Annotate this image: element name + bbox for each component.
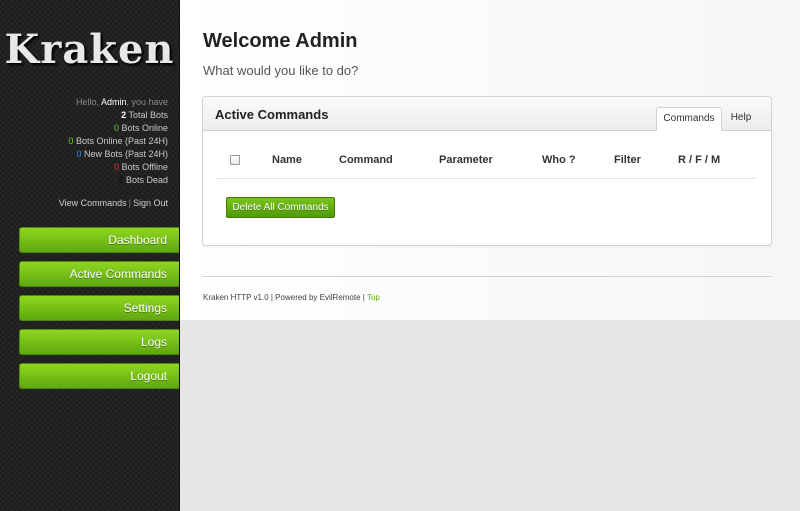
- user-links: View Commands | Sign Out: [59, 198, 168, 208]
- column-header-filter: Filter: [614, 154, 641, 166]
- stat-label: Bots Online (Past 24H): [75, 136, 168, 146]
- back-to-top-link[interactable]: Top: [367, 293, 380, 302]
- view-commands-link[interactable]: View Commands: [59, 198, 127, 208]
- page-title: Welcome Admin: [203, 30, 358, 52]
- stat-count: 0: [76, 149, 82, 159]
- column-header-rfm: R / F / M: [678, 154, 721, 166]
- stat-total-bots: 2 Total Bots: [68, 109, 168, 122]
- active-commands-panel: Active Commands Commands Help Name Comma…: [202, 96, 772, 246]
- stat-bots-dead: 2 Bots Dead: [68, 174, 168, 187]
- column-header-name: Name: [272, 154, 302, 166]
- user-name: Admin: [100, 97, 127, 107]
- stat-bots-online-24h: 0 Bots Online (Past 24H): [68, 135, 168, 148]
- app-logo: Kraken: [4, 26, 175, 73]
- main-background: [180, 320, 800, 511]
- stat-count: 2: [121, 110, 127, 120]
- footer-text: Kraken HTTP v1.0 | Powered by EvilRemote…: [203, 293, 367, 302]
- commands-table-header: Name Command Parameter Who ? Filter R / …: [217, 147, 756, 179]
- stat-new-bots-24h: 0 New Bots (Past 24H): [68, 148, 168, 161]
- footer-divider: [202, 276, 772, 277]
- stat-label: Bots Dead: [125, 175, 168, 185]
- sign-out-link[interactable]: Sign Out: [133, 198, 168, 208]
- stat-label: Bots Offline: [121, 162, 168, 172]
- delete-all-commands-button[interactable]: Delete All Commands: [226, 197, 335, 218]
- stat-label: New Bots (Past 24H): [83, 149, 168, 159]
- column-header-command: Command: [339, 154, 393, 166]
- nav-logs-button[interactable]: Logs: [19, 329, 179, 355]
- stat-bots-online: 0 Bots Online: [68, 122, 168, 135]
- panel-title: Active Commands: [215, 107, 329, 122]
- stat-count: 0: [114, 162, 120, 172]
- tab-commands[interactable]: Commands: [656, 107, 722, 131]
- column-header-who: Who ?: [542, 154, 576, 166]
- tab-help[interactable]: Help: [723, 107, 759, 130]
- select-all-checkbox[interactable]: [230, 155, 240, 165]
- greeting-prefix: Hello,: [75, 97, 101, 107]
- nav-dashboard-button[interactable]: Dashboard: [19, 227, 179, 253]
- panel-header: Active Commands Commands Help: [203, 97, 771, 131]
- stat-count: 2: [118, 175, 124, 185]
- sidebar-nav: Dashboard Active Commands Settings Logs …: [19, 227, 179, 397]
- bot-stats: Hello, Admin, you have 2 Total Bots 0 Bo…: [68, 96, 168, 187]
- page-subtitle: What would you like to do?: [203, 63, 359, 78]
- greeting-suffix: , you have: [126, 97, 168, 107]
- stat-label: Bots Online: [121, 123, 168, 133]
- nav-logout-button[interactable]: Logout: [19, 363, 179, 389]
- greeting: Hello, Admin, you have: [68, 96, 168, 109]
- column-header-parameter: Parameter: [439, 154, 493, 166]
- footer: Kraken HTTP v1.0 | Powered by EvilRemote…: [203, 293, 380, 302]
- nav-settings-button[interactable]: Settings: [19, 295, 179, 321]
- nav-active-commands-button[interactable]: Active Commands: [19, 261, 179, 287]
- stat-bots-offline: 0 Bots Offline: [68, 161, 168, 174]
- stat-count: 0: [68, 136, 74, 146]
- sidebar: Kraken Hello, Admin, you have 2 Total Bo…: [0, 0, 180, 511]
- link-separator: |: [128, 198, 131, 208]
- stat-count: 0: [113, 123, 119, 133]
- main-content: Welcome Admin What would you like to do?…: [180, 0, 800, 320]
- stat-label: Total Bots: [128, 110, 168, 120]
